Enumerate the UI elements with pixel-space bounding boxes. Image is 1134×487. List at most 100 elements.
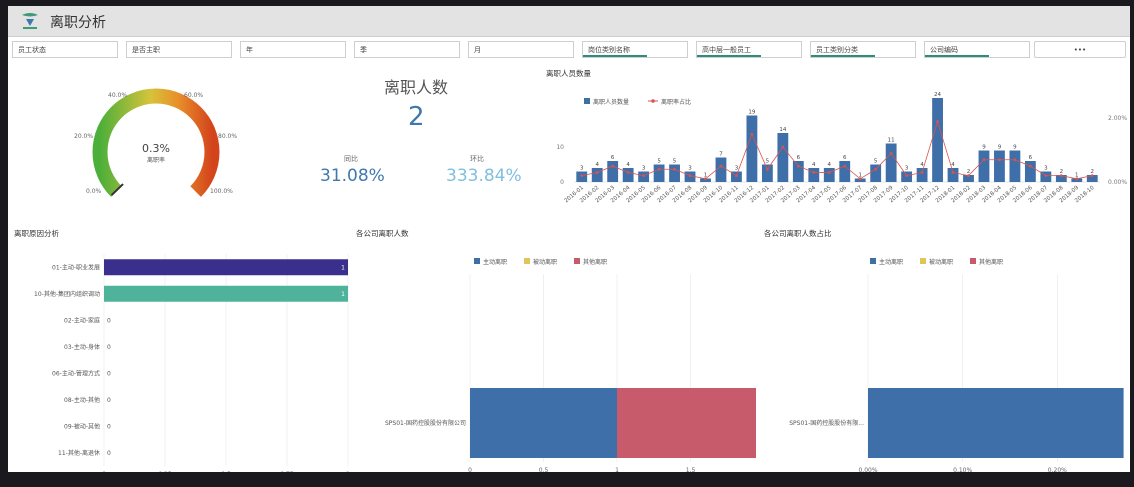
rate-point[interactable]	[704, 177, 707, 181]
filter-dropdown[interactable]: 高中层一般员工	[696, 41, 802, 58]
rate-point[interactable]	[889, 151, 893, 155]
bar[interactable]	[622, 168, 634, 182]
filter-label: 月	[474, 46, 481, 54]
rate-point[interactable]	[750, 132, 754, 136]
rate-point[interactable]	[595, 171, 599, 174]
filter-dropdown[interactable]: 季	[354, 41, 460, 58]
bar[interactable]	[947, 168, 959, 182]
data-label: 5	[766, 159, 770, 165]
data-label: 4	[812, 162, 816, 168]
x-tick-label: 0.20%	[1048, 467, 1067, 472]
legend-marker	[651, 99, 655, 103]
data-label: 3	[580, 166, 584, 172]
rate-point[interactable]	[827, 171, 831, 174]
filter-dropdown[interactable]: 员工类别分类	[810, 41, 916, 58]
bar[interactable]	[761, 164, 773, 183]
filter-dropdown[interactable]: 是否主职	[126, 41, 232, 58]
bar[interactable]	[932, 98, 943, 182]
rate-point[interactable]	[1090, 174, 1094, 178]
legend-label: 离职人员数量	[593, 98, 629, 106]
category-label: SPS01-国药控股股份有限公司	[385, 419, 466, 427]
bar[interactable]	[808, 168, 820, 182]
rate-point[interactable]	[812, 171, 816, 174]
rate-point[interactable]	[657, 167, 661, 171]
rate-point[interactable]	[982, 158, 986, 162]
bar-segment[interactable]	[868, 388, 1124, 458]
rate-point[interactable]	[781, 145, 785, 149]
filter-label: 员工状态	[18, 46, 46, 54]
turnover-rate-gauge: 0.0% 20.0% 40.0% 60.0% 80.0% 100.0% 0.3%…	[74, 88, 237, 197]
bar[interactable]	[715, 157, 727, 183]
y-tick-label: 0	[560, 179, 564, 186]
x-tick-label: 0.25	[158, 471, 172, 472]
rate-point[interactable]	[611, 164, 615, 168]
bar[interactable]	[994, 150, 1005, 183]
rate-point[interactable]	[626, 171, 630, 174]
bar[interactable]	[916, 168, 928, 182]
rate-point[interactable]	[1059, 174, 1063, 178]
rate-point[interactable]	[905, 174, 909, 178]
rate-point[interactable]	[1044, 174, 1048, 178]
more-filters-button[interactable]: •••	[1034, 41, 1126, 58]
legend-label: 其他离职	[979, 258, 1003, 266]
bar[interactable]	[870, 164, 882, 183]
rate-point[interactable]	[998, 158, 1001, 162]
rate-point[interactable]	[642, 174, 646, 178]
rate-point[interactable]	[967, 174, 970, 178]
bar[interactable]	[104, 259, 348, 276]
rate-point[interactable]	[1013, 158, 1017, 162]
x-tick-label: 0.00%	[858, 467, 877, 472]
x-tick-label: 0	[468, 467, 472, 472]
rate-point[interactable]	[1028, 164, 1032, 168]
bar-segment[interactable]	[617, 388, 756, 458]
rate-point[interactable]	[920, 171, 924, 174]
filter-dropdown[interactable]: 公司编码	[924, 41, 1030, 58]
filter-dropdown[interactable]: 岗位类别名称	[582, 41, 688, 58]
rate-point[interactable]	[843, 164, 847, 168]
data-label: 0	[107, 397, 111, 404]
filter-dropdown[interactable]: 年	[240, 41, 346, 58]
bar[interactable]	[777, 133, 789, 182]
bar[interactable]	[591, 168, 603, 182]
filter-underline	[811, 55, 875, 57]
filter-underline	[925, 55, 989, 57]
rate-point[interactable]	[796, 164, 800, 168]
bar[interactable]	[885, 143, 897, 183]
rate-point[interactable]	[673, 167, 676, 171]
data-label: 0	[107, 317, 111, 324]
bar-segment[interactable]	[470, 388, 617, 458]
bar[interactable]	[792, 161, 804, 182]
category-label: 09-被动-其他	[64, 422, 100, 430]
rate-point[interactable]	[1075, 177, 1079, 181]
rate-point[interactable]	[765, 167, 769, 171]
bar[interactable]	[978, 150, 990, 183]
gauge-tick-label: 80.0%	[218, 133, 237, 140]
bar[interactable]	[104, 285, 348, 302]
rate-point[interactable]	[858, 177, 862, 181]
filter-dropdown[interactable]: 月	[468, 41, 574, 58]
category-label: 11-其他-离退休	[58, 449, 100, 457]
data-label: 9	[1013, 145, 1017, 151]
rate-point[interactable]	[719, 164, 723, 168]
legend-swatch	[524, 258, 530, 264]
rate-point[interactable]	[735, 174, 738, 178]
rate-point[interactable]	[688, 174, 692, 178]
bar[interactable]	[823, 168, 835, 182]
bar[interactable]	[669, 164, 680, 183]
rate-point[interactable]	[874, 167, 878, 171]
bar[interactable]	[653, 164, 665, 183]
rate-point[interactable]	[951, 171, 955, 174]
legend-swatch	[970, 258, 976, 264]
filter-dropdown[interactable]: 员工状态	[12, 41, 118, 58]
bar[interactable]	[1009, 150, 1021, 183]
kpi-mom-value: 333.84%	[446, 166, 522, 186]
bar[interactable]	[607, 161, 619, 182]
rate-point[interactable]	[936, 120, 939, 123]
gauge-caption: 离职率	[147, 156, 165, 164]
bar[interactable]	[746, 115, 758, 183]
gauge-tick-label: 100.0%	[210, 188, 233, 195]
reason-analysis-chart: 0 0.25 0.5 0.75 1 01-主动-职业发展 1 10-其他-集团内组织调动 1 02…	[34, 254, 350, 472]
bar[interactable]	[839, 161, 851, 182]
rate-point[interactable]	[580, 174, 584, 178]
legend-label: 主动离职	[483, 258, 507, 266]
